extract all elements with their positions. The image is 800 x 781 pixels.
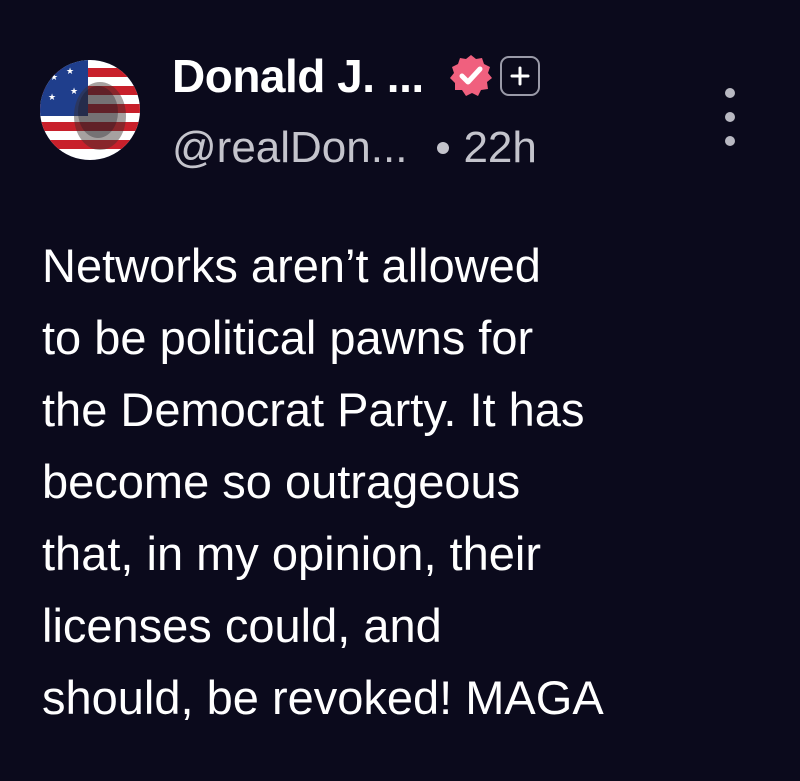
post-body-line: Networks aren’t allowed xyxy=(42,239,541,292)
follow-button[interactable] xyxy=(499,56,540,96)
author-name-row: Donald J. ... xyxy=(172,44,540,108)
svg-text:★: ★ xyxy=(66,67,74,77)
post-timestamp[interactable]: 22h xyxy=(463,123,536,173)
svg-text:★: ★ xyxy=(50,73,58,83)
plus-icon xyxy=(510,66,530,86)
svg-text:★: ★ xyxy=(70,87,78,97)
display-name[interactable]: Donald J. ... xyxy=(172,49,424,103)
svg-text:★: ★ xyxy=(48,93,56,103)
post-body-line: that, in my opinion, their xyxy=(42,527,541,580)
more-options-button[interactable] xyxy=(718,88,742,146)
post-card: ★ ★ ★ ★ Donald J. ... @realDon... 22h Ne… xyxy=(0,0,800,781)
verified-badge-icon xyxy=(448,53,494,99)
post-body-line: to be political pawns for xyxy=(42,311,534,364)
author-meta-row: @realDon... 22h xyxy=(172,118,537,178)
avatar-image: ★ ★ ★ ★ xyxy=(40,60,140,160)
post-body: Networks aren’t allowed to be political … xyxy=(42,230,782,734)
post-body-line: the Democrat Party. It has xyxy=(42,383,585,436)
more-vertical-icon-dot xyxy=(725,136,735,146)
post-body-line: become so outrageous xyxy=(42,455,521,508)
separator-dot xyxy=(437,142,450,154)
avatar[interactable]: ★ ★ ★ ★ xyxy=(40,60,140,160)
more-vertical-icon-dot xyxy=(725,112,735,122)
more-vertical-icon xyxy=(725,88,735,98)
author-handle[interactable]: @realDon... xyxy=(172,123,407,173)
post-body-line: licenses could, and xyxy=(42,599,442,652)
post-body-line: should, be revoked! MAGA xyxy=(42,671,604,724)
